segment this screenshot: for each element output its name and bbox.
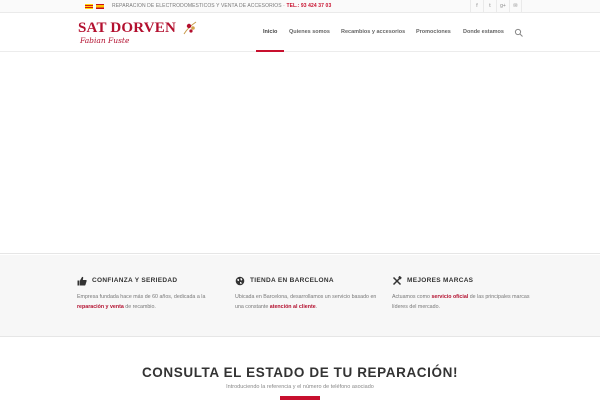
feature-highlight: atención al cliente <box>269 303 316 310</box>
nav-item-promociones[interactable]: Promociones <box>416 29 451 35</box>
topbar-phone[interactable]: TEL.: 93 424 37 03 <box>286 3 331 9</box>
features-section: CONFIANZA Y SERIEDAD Empresa fundada hac… <box>0 255 600 337</box>
feature-highlight: reparación y venta <box>77 303 124 310</box>
feature-text-part: Actuamos como <box>392 294 432 300</box>
active-nav-indicator <box>256 50 284 52</box>
consulta-section: CONSULTA EL ESTADO DE TU REPARACIÓN! Int… <box>0 338 600 400</box>
topbar-info: REPARACION DE ELECTRODOMESTICOS Y VENTA … <box>112 3 331 9</box>
consulta-title: CONSULTA EL ESTADO DE TU REPARACIÓN! <box>141 365 459 380</box>
consulta-subtitle: Introduciendo la referencia y el número … <box>226 384 374 390</box>
feature-text: Actuamos como servicio oficial de las pr… <box>392 293 540 312</box>
feature-text-part: Empresa fundada hace más de 60 años, ded… <box>77 294 206 300</box>
consulta-form-top-edge <box>280 396 320 400</box>
flower-logo-icon <box>183 21 197 35</box>
logo-tagline: Fabian Fuste <box>80 36 130 45</box>
search-icon[interactable] <box>514 28 524 38</box>
globe-icon <box>235 276 245 286</box>
feature-text-part: de recambio. <box>123 303 156 310</box>
site-header: SAT DORVEN Fabian Fuste Inicio Quienes s… <box>0 14 600 52</box>
feature-title: TIENDA EN BARCELONA <box>250 277 334 284</box>
catalan-flag-icon[interactable] <box>85 4 93 9</box>
thumbs-up-icon <box>77 276 87 286</box>
logo[interactable]: SAT DORVEN Fabian Fuste <box>78 20 218 48</box>
facebook-icon[interactable]: f <box>470 0 483 13</box>
feature-title: MEJORES MARCAS <box>407 277 474 284</box>
google-plus-icon[interactable]: g+ <box>496 0 509 13</box>
tools-icon <box>392 276 402 286</box>
top-bar: REPARACION DE ELECTRODOMESTICOS Y VENTA … <box>0 0 600 13</box>
feature-title: CONFIANZA Y SERIEDAD <box>92 277 178 284</box>
nav-item-inicio[interactable]: Inicio <box>263 29 277 35</box>
hero-slider <box>0 53 600 254</box>
logo-text: SAT DORVEN <box>78 20 177 36</box>
feature-text-part: . <box>315 303 318 310</box>
feature-text: Empresa fundada hace más de 60 años, ded… <box>77 293 225 312</box>
twitter-icon[interactable]: t <box>483 0 496 13</box>
feature-text: Ubicada en Barcelona, desarrollamos un s… <box>235 293 383 312</box>
topbar-info-text: REPARACION DE ELECTRODOMESTICOS Y VENTA … <box>112 3 287 9</box>
nav-item-recambios[interactable]: Recambios y accesorios <box>341 29 405 35</box>
nav-item-quienes-somos[interactable]: Quienes somos <box>289 29 330 35</box>
mail-icon[interactable]: ✉ <box>509 0 522 13</box>
nav-item-donde-estamos[interactable]: Donde estamos <box>463 29 504 35</box>
feature-highlight: servicio oficial <box>431 294 469 300</box>
spanish-flag-icon[interactable] <box>96 4 104 9</box>
